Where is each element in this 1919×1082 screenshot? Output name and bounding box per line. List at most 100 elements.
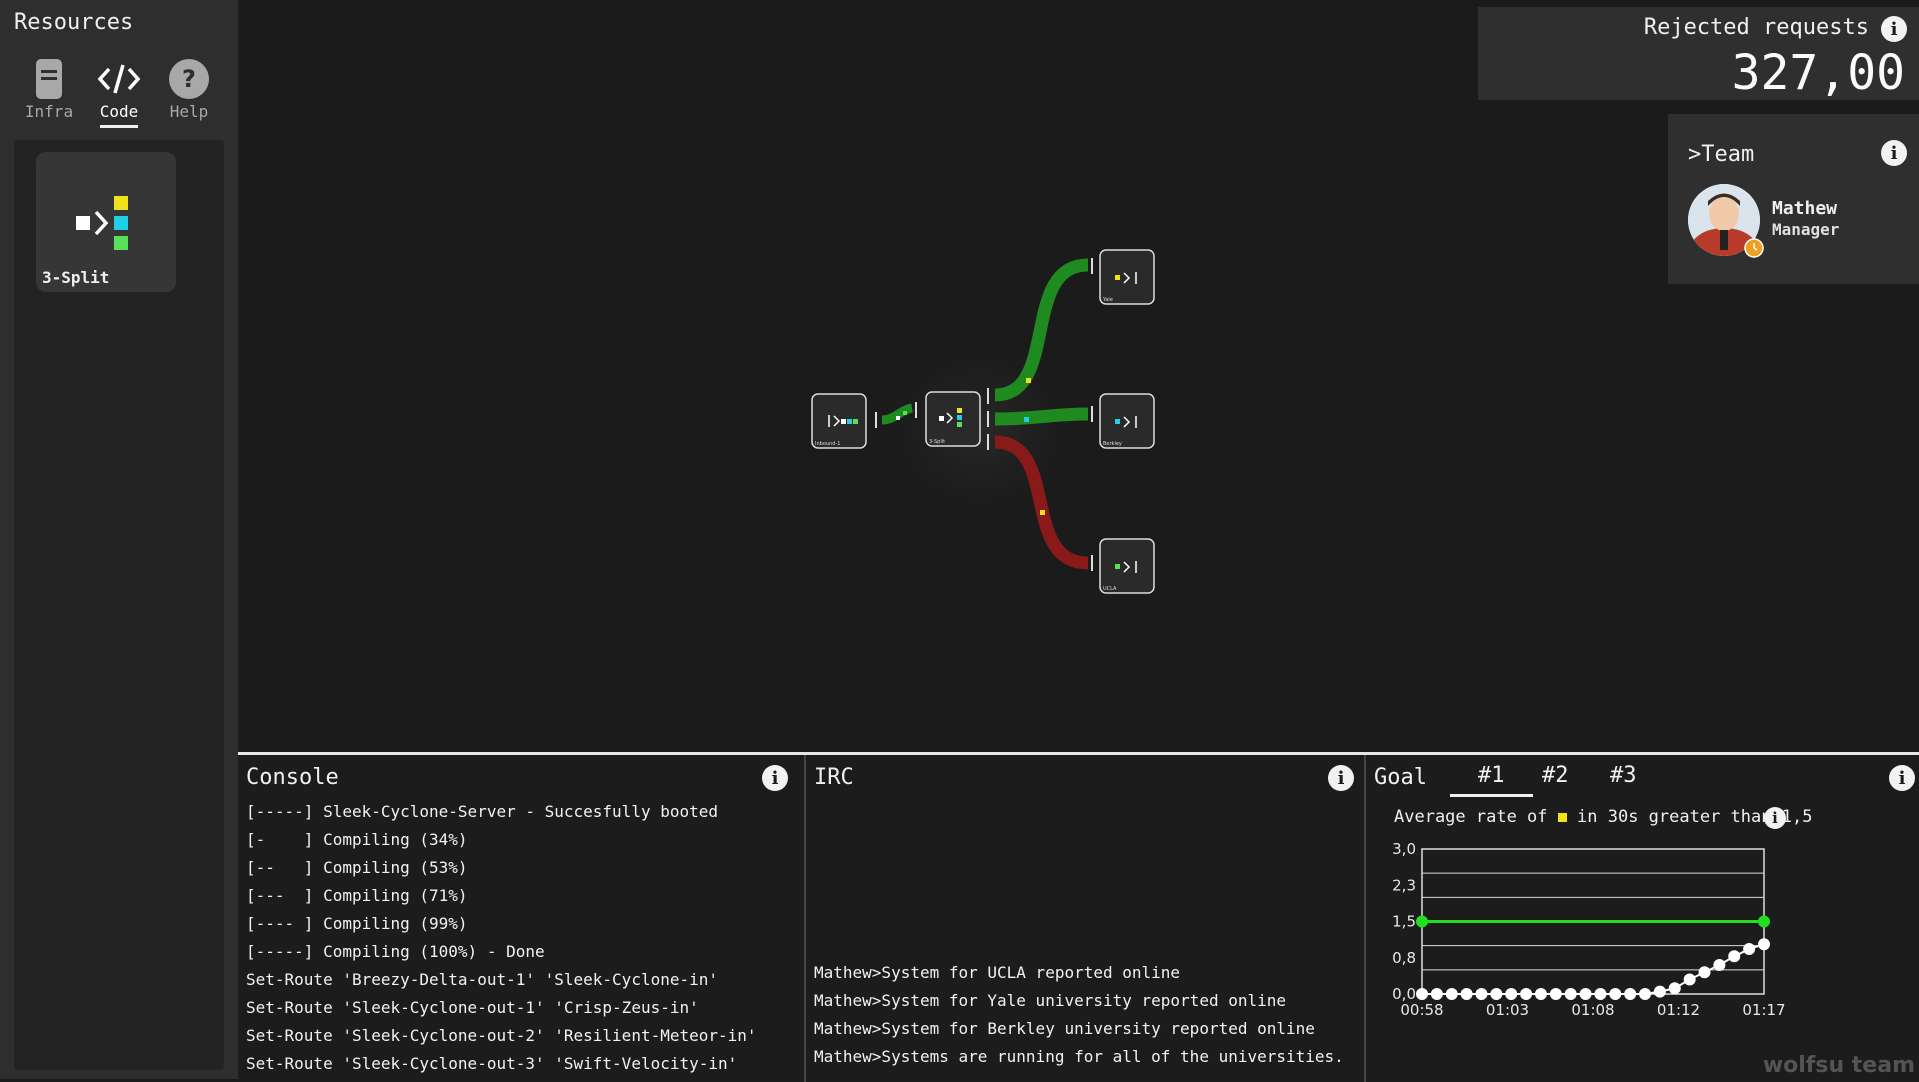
node-split[interactable]: 3-Split: [925, 391, 981, 447]
y-tick-label: 0,8: [1392, 949, 1416, 967]
console-line: [-----] Compiling (100%) - Done: [246, 942, 545, 961]
irc-line: Mathew>System for Yale university report…: [814, 991, 1287, 1010]
console-line: Set-Route 'Sleek-Cyclone-out-2' 'Resilie…: [246, 1026, 757, 1045]
team-member-role: Manager: [1772, 220, 1840, 239]
node-yale[interactable]: Yale: [1099, 249, 1155, 305]
tab-code[interactable]: Code: [83, 56, 155, 128]
info-icon[interactable]: i: [1328, 765, 1354, 791]
series-point: [1579, 988, 1592, 1000]
console-line: [---- ] Compiling (99%): [246, 914, 468, 933]
goal-chart: 0,00,81,52,33,000:58 01:03 01:08 01:12 01:17: [1392, 840, 1785, 1019]
x-tick-label: 00:58: [1400, 1001, 1443, 1019]
info-icon[interactable]: i: [762, 765, 788, 791]
goal-tab-1[interactable]: #1: [1450, 763, 1533, 797]
x-tick-label: 01:08: [1571, 1001, 1614, 1019]
threshold-point: [1758, 915, 1770, 928]
series-point: [1460, 988, 1473, 1000]
y-tick-label: 1,5: [1392, 913, 1416, 931]
tab-help-label: Help: [169, 102, 209, 121]
series-point: [1758, 938, 1770, 951]
console-line: Set-Route 'Sleek-Cyclone-out-3' 'Swift-V…: [246, 1054, 738, 1073]
server-icon: [13, 56, 85, 102]
team-toggle[interactable]: >Team: [1688, 142, 1754, 167]
resource-card-label: 3-Split: [42, 268, 110, 287]
node-berkley[interactable]: Berkley: [1099, 393, 1155, 449]
tab-infra[interactable]: Infra: [13, 56, 85, 121]
y-tick-label: 2,3: [1392, 876, 1416, 894]
node-ucla[interactable]: UCLA: [1099, 538, 1155, 594]
console-line: [--- ] Compiling (71%): [246, 886, 468, 905]
console-title: Console: [246, 765, 339, 790]
info-icon[interactable]: i: [1881, 16, 1907, 42]
rejected-requests-value: 327,00: [1731, 45, 1905, 101]
bottom-panels: Console i [-----] Sleek-Cyclone-Server -…: [238, 752, 1919, 1082]
series-point: [1520, 988, 1533, 1000]
irc-log: Mathew>System for UCLA reported online M…: [814, 959, 1344, 1071]
code-icon: [83, 56, 155, 102]
console-log: [-----] Sleek-Cyclone-Server - Succesful…: [246, 798, 757, 1078]
node-label: Berkley: [1103, 441, 1122, 447]
node-inbound[interactable]: Inbound-1: [811, 393, 867, 449]
series-point: [1653, 985, 1666, 998]
tab-infra-label: Infra: [24, 102, 74, 121]
node-label: Yale: [1102, 297, 1113, 303]
series-point: [1430, 988, 1443, 1000]
series-line: [1422, 943, 1765, 995]
series-point: [1505, 988, 1518, 1000]
series-point: [1549, 988, 1562, 1000]
split-icon: [76, 196, 128, 250]
packet: [1026, 378, 1031, 383]
chevron-right-icon: >: [1688, 142, 1702, 167]
rejected-requests-label: Rejected requests: [1643, 15, 1869, 40]
sidebar-title: Resources: [14, 10, 134, 35]
y-tick-label: 3,0: [1392, 840, 1416, 858]
packet: [903, 411, 907, 415]
series-point: [1698, 966, 1711, 979]
help-icon: ?: [153, 56, 225, 102]
goal-tab-3[interactable]: #3: [1610, 763, 1637, 788]
series-point: [1639, 988, 1652, 1000]
goal-tab-2[interactable]: #2: [1542, 763, 1569, 788]
goal-description: Average rate of in 30s greater than 1,5: [1394, 807, 1812, 827]
series-point: [1416, 988, 1428, 1000]
irc-title: IRC: [814, 765, 854, 790]
tab-code-label: Code: [99, 102, 139, 128]
goal-color-square: [1557, 813, 1567, 822]
series-point: [1445, 988, 1458, 1000]
info-icon[interactable]: i: [1881, 140, 1907, 166]
team-title-label: Team: [1701, 142, 1755, 167]
network-canvas: Inbound-1 3-Split Yale Berkley UCLA: [811, 249, 1155, 594]
packet: [896, 416, 900, 420]
console-line: [-- ] Compiling (53%): [246, 858, 468, 877]
series-point: [1490, 988, 1503, 1000]
series-point: [1743, 943, 1756, 956]
series-point: [1624, 988, 1637, 1000]
tab-help[interactable]: ? Help: [153, 56, 225, 121]
info-icon[interactable]: i: [1764, 807, 1786, 829]
console-line: Set-Route 'Sleek-Cyclone-out-1' 'Crisp-Z…: [246, 998, 699, 1017]
rejected-requests-panel: Rejected requests i 327,00: [1478, 7, 1919, 101]
node-label: Inbound-1: [815, 441, 840, 447]
node-label: 3-Split: [929, 439, 945, 445]
team-panel: >Team i Mathew Manager: [1668, 114, 1919, 284]
series-point: [1609, 988, 1622, 1000]
goal-title: Goal: [1374, 765, 1427, 790]
packet: [1024, 417, 1029, 422]
irc-line: Mathew>System for Berkley university rep…: [814, 1019, 1315, 1038]
team-member-name: Mathew: [1772, 198, 1838, 219]
irc-line: Mathew>Systems are running for all of th…: [814, 1047, 1344, 1066]
series-point: [1475, 988, 1488, 1000]
threshold-point: [1416, 915, 1428, 928]
series-point: [1728, 950, 1741, 963]
goal-description-prefix: Average rate of: [1394, 807, 1548, 827]
resources-sidebar: Resources Infra Code ? Help 3-Split: [0, 0, 238, 1079]
x-tick-label: 01:03: [1486, 1001, 1529, 1019]
packet: [1040, 510, 1045, 515]
irc-line: Mathew>System for UCLA reported online: [814, 963, 1181, 982]
series-point: [1534, 988, 1547, 1000]
console-line: [-----] Sleek-Cyclone-Server - Succesful…: [246, 802, 719, 821]
console-line: Set-Route 'Breezy-Delta-out-1' 'Sleek-Cy…: [246, 970, 719, 989]
info-icon[interactable]: i: [1889, 765, 1915, 791]
console-line: [- ] Compiling (34%): [246, 830, 468, 849]
series-point: [1594, 988, 1607, 1000]
